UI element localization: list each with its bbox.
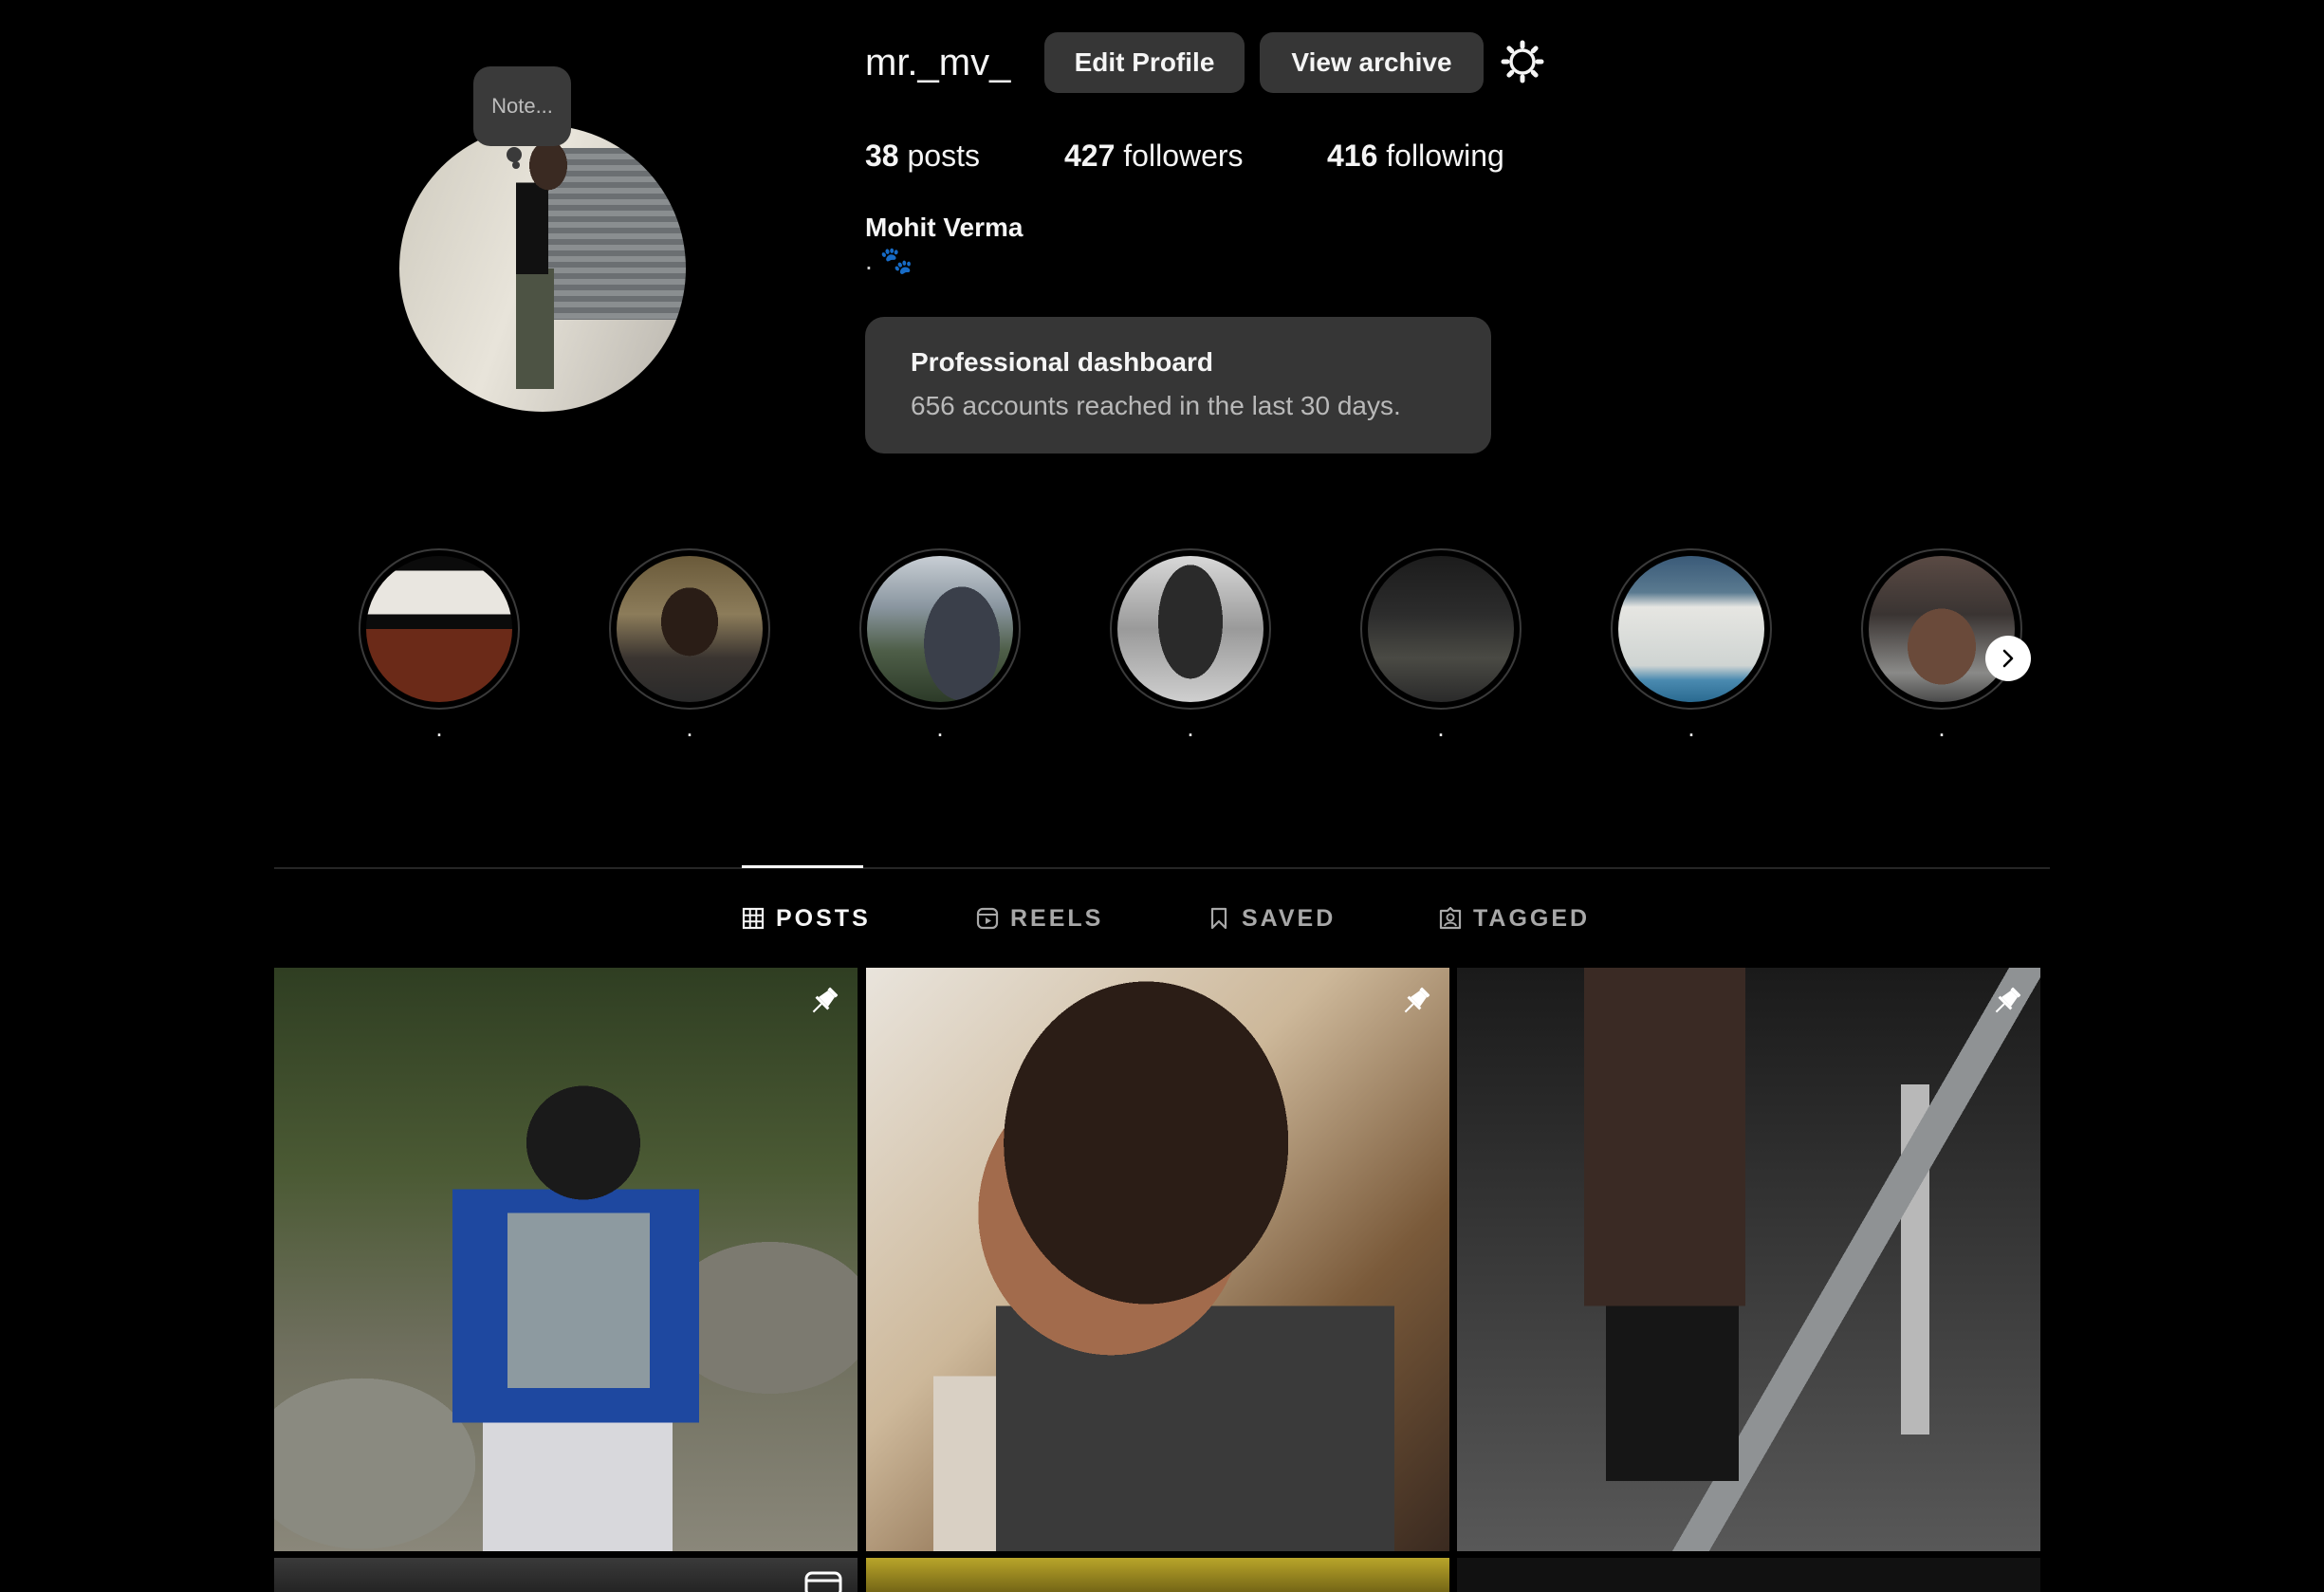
highlight-label: . — [1187, 713, 1194, 742]
pin-icon — [812, 987, 839, 1013]
posts-count-value: 38 — [865, 139, 899, 173]
posts-count-label: posts — [907, 139, 980, 173]
followers-link[interactable]: 427 followers — [1064, 139, 1244, 174]
tab-tagged-label: TAGGED — [1473, 904, 1591, 932]
profile-avatar[interactable] — [399, 125, 686, 412]
highlight-thumbnail — [1117, 556, 1263, 702]
tab-saved[interactable]: SAVED — [1208, 901, 1336, 935]
highlight-thumbnail — [1618, 556, 1764, 702]
dashboard-title: Professional dashboard — [911, 347, 1213, 377]
post-thumbnail[interactable] — [1457, 968, 2040, 1551]
profile-bio: . 🐾 — [865, 246, 913, 275]
following-count-value: 416 — [1327, 139, 1378, 173]
gear-icon[interactable] — [1499, 38, 1546, 85]
avatar-image — [399, 125, 686, 412]
highlight-item[interactable]: . — [1110, 548, 1271, 757]
grid-icon — [742, 907, 765, 930]
reels-icon — [976, 907, 999, 930]
following-link[interactable]: 416 following — [1327, 139, 1504, 174]
highlight-item[interactable]: . — [609, 548, 770, 757]
note-placeholder: Note... — [491, 94, 553, 118]
highlight-label: . — [1938, 713, 1946, 742]
tagged-user-icon — [1439, 907, 1462, 930]
active-tab-indicator — [742, 865, 863, 868]
followers-label: followers — [1123, 139, 1244, 173]
highlight-item[interactable]: . — [1360, 548, 1522, 757]
tab-saved-label: SAVED — [1242, 904, 1337, 932]
highlight-item[interactable]: . — [1611, 548, 1772, 757]
profile-full-name: Mohit Verma — [865, 213, 1024, 242]
tab-tagged[interactable]: TAGGED — [1439, 901, 1590, 935]
highlight-item[interactable]: . — [359, 548, 520, 757]
post-thumbnail[interactable] — [274, 968, 858, 1551]
highlight-label: . — [1688, 713, 1695, 742]
highlights-next-button[interactable] — [1985, 636, 2031, 681]
pin-icon — [1995, 987, 2021, 1013]
highlight-ring — [1611, 548, 1772, 710]
tab-reels[interactable]: REELS — [976, 901, 1103, 935]
highlight-label: . — [435, 713, 443, 742]
tab-posts[interactable]: POSTS — [742, 901, 871, 935]
post-thumbnail[interactable] — [274, 1558, 858, 1592]
view-archive-button[interactable]: View archive — [1260, 32, 1484, 93]
highlight-ring — [1110, 548, 1271, 710]
professional-dashboard-card[interactable]: Professional dashboard 656 accounts reac… — [865, 317, 1491, 454]
highlight-thumbnail — [366, 556, 512, 702]
highlight-ring — [359, 548, 520, 710]
posts-count: 38 posts — [865, 139, 980, 174]
highlight-thumbnail — [617, 556, 763, 702]
tab-reels-label: REELS — [1010, 904, 1104, 932]
note-bubble[interactable]: Note... — [473, 66, 571, 146]
note-bubble-tail-small — [512, 161, 520, 169]
post-thumbnail[interactable] — [866, 968, 1449, 1551]
highlight-ring — [1861, 548, 2022, 710]
reel-icon — [804, 1571, 842, 1592]
highlight-ring — [1360, 548, 1522, 710]
profile-page: Note... mr._mv_ Edit Profile View archiv… — [0, 0, 2324, 1592]
highlight-item[interactable]: . — [859, 548, 1021, 757]
post-thumbnail[interactable] — [1457, 1558, 2040, 1592]
note-bubble-tail — [507, 147, 522, 162]
followers-count-value: 427 — [1064, 139, 1116, 173]
tabs-divider — [274, 867, 2050, 869]
highlight-label: . — [1437, 713, 1445, 742]
chevron-right-icon — [2002, 649, 2014, 668]
highlight-thumbnail — [1368, 556, 1514, 702]
pin-icon — [1404, 987, 1430, 1013]
bookmark-icon — [1210, 907, 1227, 930]
highlight-ring — [609, 548, 770, 710]
highlight-thumbnail — [867, 556, 1013, 702]
highlight-thumbnail — [1869, 556, 2015, 702]
following-label: following — [1386, 139, 1504, 173]
post-thumbnail[interactable] — [866, 1558, 1449, 1592]
profile-username: mr._mv_ — [865, 42, 1011, 83]
edit-profile-button[interactable]: Edit Profile — [1044, 32, 1245, 93]
highlight-label: . — [936, 713, 944, 742]
highlight-ring — [859, 548, 1021, 710]
dashboard-subtitle: 656 accounts reached in the last 30 days… — [911, 391, 1401, 420]
highlight-label: . — [686, 713, 693, 742]
tab-posts-label: POSTS — [776, 904, 871, 932]
